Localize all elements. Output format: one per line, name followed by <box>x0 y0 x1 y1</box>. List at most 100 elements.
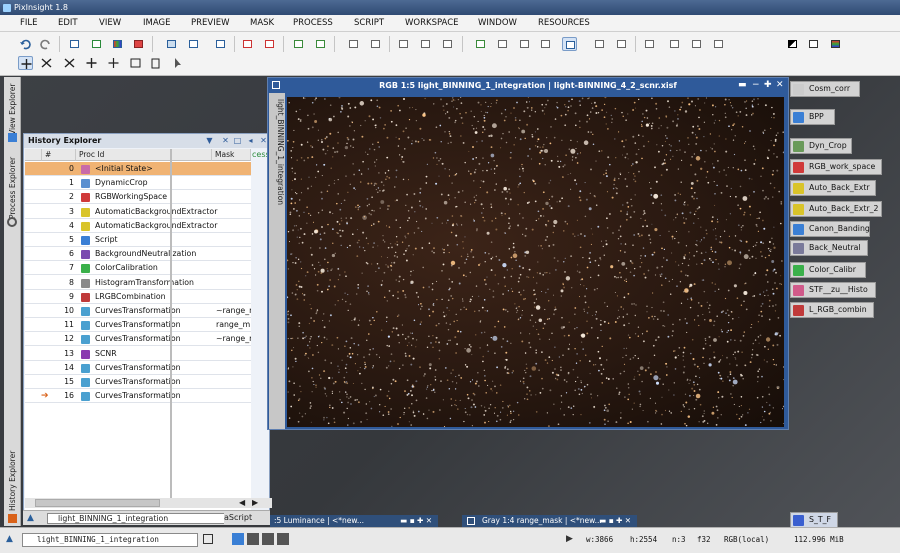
table-row[interactable]: 8 HistogramTransformation <box>25 276 251 290</box>
image-channels-icon[interactable] <box>131 37 146 51</box>
zoom-5-icon[interactable] <box>689 37 704 51</box>
table-row[interactable]: 9 LRGBCombination <box>25 290 251 304</box>
new-image-icon[interactable] <box>89 37 104 51</box>
zoom-2-icon[interactable] <box>614 37 629 51</box>
table-row[interactable]: 2 RGBWorkingSpace <box>25 190 251 205</box>
table-row[interactable]: 6 BackgroundNeutralization <box>25 247 251 262</box>
copy-icon[interactable] <box>148 56 163 70</box>
process-icon-item[interactable]: STF__zu__Histo <box>790 282 876 298</box>
process-1-icon[interactable] <box>473 37 488 51</box>
doc-icon[interactable] <box>396 37 411 51</box>
view-icon[interactable] <box>213 37 228 51</box>
table-row[interactable]: 0 <Initial State> <box>25 162 251 176</box>
zoom-2-icon[interactable] <box>247 533 259 545</box>
tab-history-explorer[interactable]: History Explorer <box>4 447 21 515</box>
pan-icon[interactable] <box>18 56 33 70</box>
layout-icon[interactable] <box>346 37 361 51</box>
preview-icon[interactable] <box>203 534 213 544</box>
range-mask-window[interactable]: Gray 1:4 range_mask | <*new... ▬ ▪ ✚ ✕ <box>462 515 637 527</box>
redo-icon[interactable] <box>38 37 53 51</box>
process-icon-item[interactable]: Auto_Back_Extr <box>790 180 876 196</box>
table-row[interactable]: 4 AutomaticBackgroundExtractor <box>25 219 251 233</box>
process-icon-item[interactable]: BPP <box>790 109 835 125</box>
table-row[interactable]: 14 CurvesTransformation <box>25 361 251 375</box>
zoom-4-icon[interactable] <box>667 37 682 51</box>
table-row[interactable]: 15 CurvesTransformation <box>25 375 251 389</box>
table-row[interactable]: 1 DynamicCrop <box>25 176 251 191</box>
fit-icon[interactable] <box>106 56 121 70</box>
tab-view-explorer[interactable]: View Explorer <box>4 79 21 139</box>
rgb-image-icon[interactable] <box>110 37 125 51</box>
column-splitter[interactable] <box>170 149 172 507</box>
column-header-mask[interactable]: Mask <box>212 149 251 161</box>
table-row[interactable]: 10 CurvesTransformation ~range_m <box>25 304 251 318</box>
monitor-icon[interactable] <box>164 37 179 51</box>
status-view-selector[interactable]: light_BINNING_1_integration <box>22 533 198 547</box>
maximize-icon[interactable]: □ <box>233 136 242 145</box>
table-row[interactable]: 12 CurvesTransformation ~range_m <box>25 332 251 347</box>
process-icon-item[interactable]: Cosm_corr <box>790 81 860 97</box>
table-row[interactable]: 11 CurvesTransformation range_m <box>25 318 251 333</box>
mask-icon[interactable] <box>291 37 306 51</box>
doc-3-icon[interactable] <box>440 37 455 51</box>
zoom-6-icon[interactable] <box>711 37 726 51</box>
zoom-3-icon[interactable] <box>642 37 657 51</box>
menu-image[interactable]: IMAGE <box>143 15 170 32</box>
process-icon-item[interactable]: Dyn_Crop <box>790 138 852 154</box>
view-selector[interactable]: light_BINNING_1_integration ▾ <box>47 513 247 524</box>
menu-edit[interactable]: EDIT <box>58 15 78 32</box>
table-row[interactable]: 5 Script <box>25 233 251 247</box>
zoom-4-icon[interactable] <box>277 533 289 545</box>
process-icon-item[interactable]: RGB_work_space <box>790 159 882 175</box>
column-header-num[interactable]: # <box>42 149 76 161</box>
preview-edit-icon[interactable] <box>262 37 277 51</box>
process-3-icon[interactable] <box>517 37 532 51</box>
astro-image[interactable] <box>287 97 784 427</box>
color-stf-icon[interactable] <box>828 37 843 51</box>
undo-icon[interactable] <box>18 37 33 51</box>
menu-preview[interactable]: PREVIEW <box>191 15 230 32</box>
table-row[interactable]: 3 AutomaticBackgroundExtractor <box>25 205 251 219</box>
mask-select-icon[interactable] <box>313 37 328 51</box>
scroll-right-icon[interactable]: ▶ <box>252 498 258 507</box>
menu-script[interactable]: SCRIPT <box>354 15 384 32</box>
menu-view[interactable]: VIEW <box>99 15 121 32</box>
menu-mask[interactable]: MASK <box>250 15 274 32</box>
menu-process[interactable]: PROCESS <box>293 15 333 32</box>
process-4-icon[interactable] <box>538 37 553 51</box>
zoom-in-icon[interactable] <box>39 56 54 70</box>
zoom-1-icon[interactable] <box>592 37 607 51</box>
process-icon-item[interactable]: Color_Calibr <box>790 262 866 278</box>
zoom-out-icon[interactable] <box>62 56 77 70</box>
table-row[interactable]: 13 SCNR <box>25 347 251 361</box>
horizontal-scrollbar[interactable]: ◀ ▶ <box>25 498 272 508</box>
menu-workspace[interactable]: WORKSPACE <box>405 15 459 32</box>
shade-icon[interactable]: ▬ <box>738 78 747 93</box>
table-row[interactable]: ➔ 16 CurvesTransformation <box>25 389 251 404</box>
chevron-down-icon[interactable]: ▼ <box>205 136 214 145</box>
process-icon-item[interactable]: Canon_Banding <box>790 221 870 237</box>
play-icon[interactable]: ▶ <box>566 534 573 544</box>
menu-resources[interactable]: RESOURCES <box>538 15 590 32</box>
zoom-active-icon[interactable] <box>562 37 577 51</box>
minimize-icon[interactable]: − <box>752 78 760 93</box>
move-icon[interactable] <box>84 56 99 70</box>
cursor-icon[interactable] <box>170 56 185 70</box>
float-icon[interactable]: ◂ <box>246 136 255 145</box>
stf-process-icon[interactable]: S_T_F <box>790 512 838 528</box>
maximize-icon[interactable]: ✚ <box>764 78 772 93</box>
menu-window[interactable]: WINDOW <box>478 15 517 32</box>
menu-file[interactable]: FILE <box>20 15 38 32</box>
minimize-icon[interactable]: ✕ <box>221 136 230 145</box>
readout-icon[interactable] <box>128 56 143 70</box>
luminance-window[interactable]: :5 Luminance | <*new... ▬ ▪ ✚ ✕ <box>270 515 438 527</box>
column-header-proc[interactable]: Proc Id <box>76 149 212 161</box>
screen-icon[interactable] <box>186 37 201 51</box>
preview-new-icon[interactable] <box>240 37 255 51</box>
zoom-3-icon[interactable] <box>262 533 274 545</box>
process-icon-item[interactable]: Auto_Back_Extr_2 <box>790 201 882 217</box>
close-icon[interactable]: ✕ <box>776 78 784 93</box>
process-2-icon[interactable] <box>495 37 510 51</box>
zoom-1-icon[interactable] <box>232 533 244 545</box>
table-row[interactable]: 7 ColorCalibration <box>25 261 251 276</box>
